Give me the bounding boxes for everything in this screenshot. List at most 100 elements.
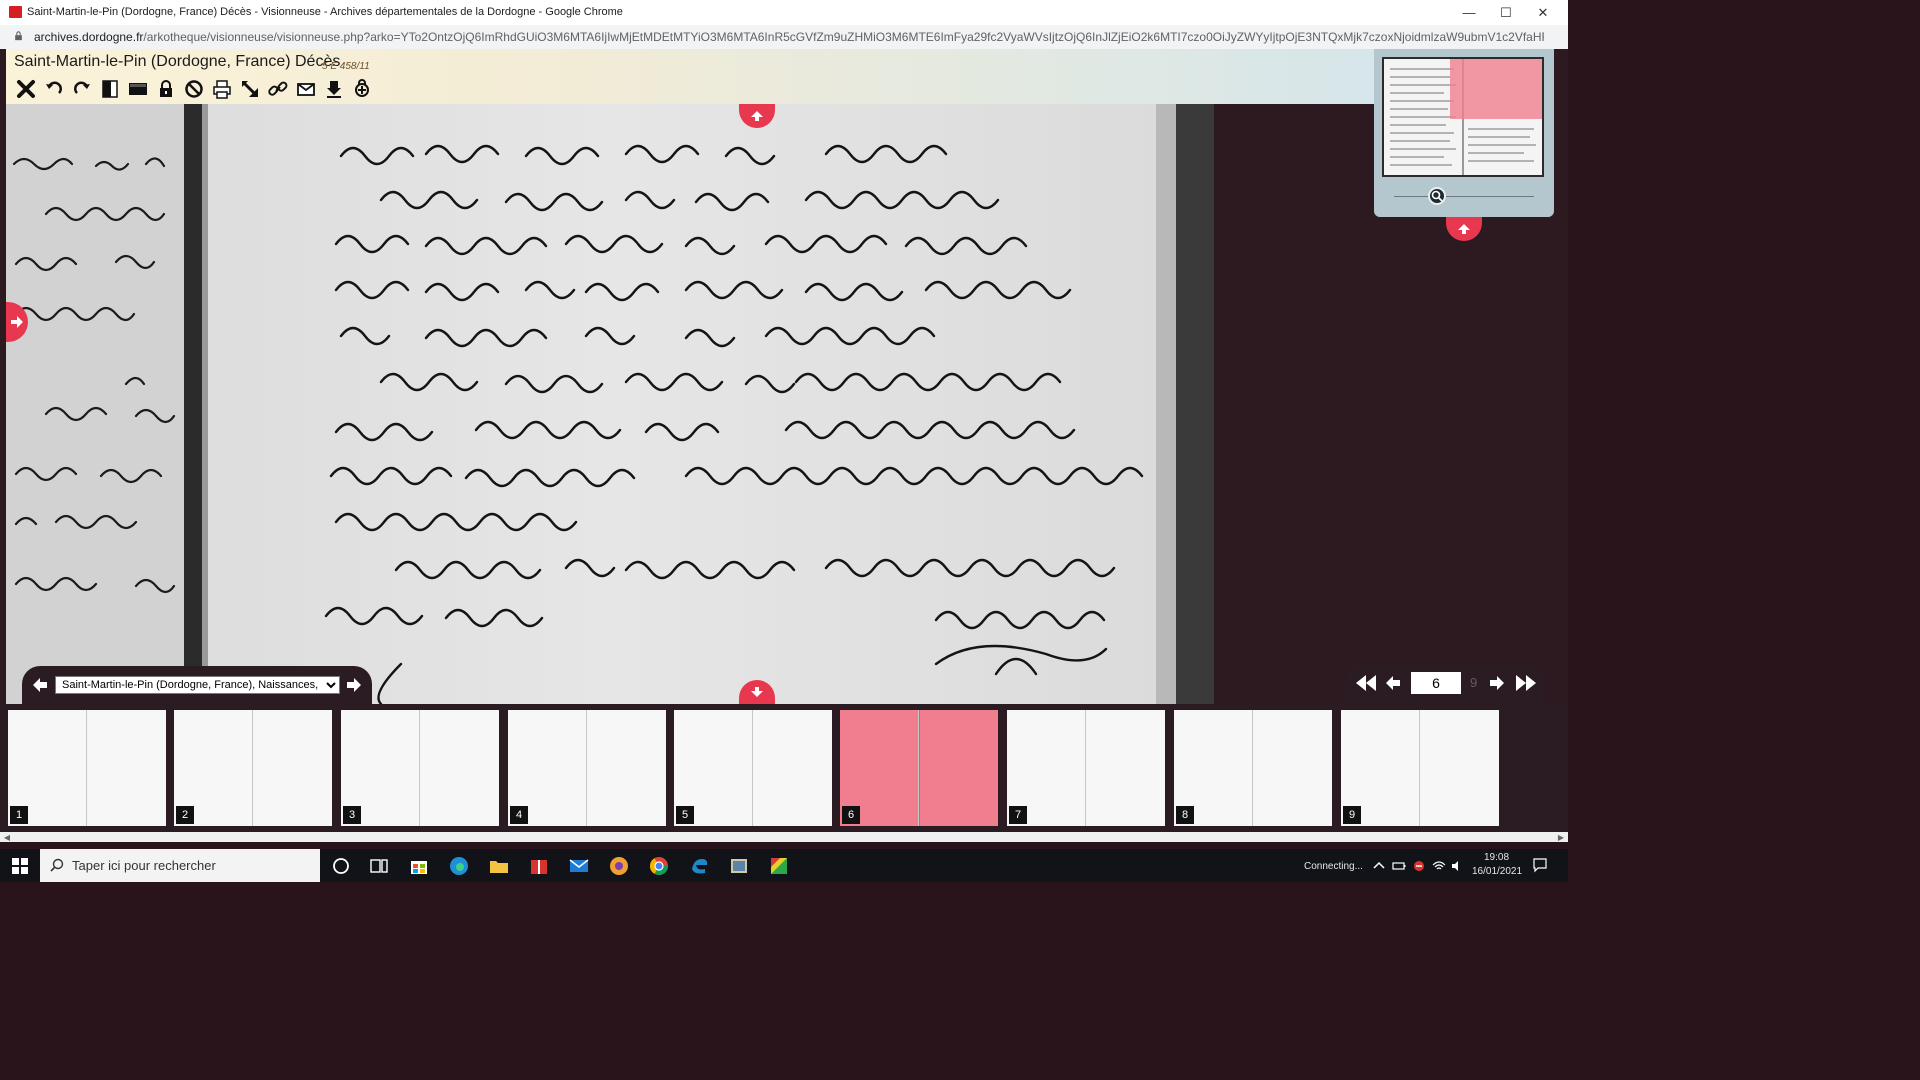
app-icon[interactable] <box>608 855 630 877</box>
lock-print-icon <box>355 79 369 97</box>
minimap-page-image <box>1384 59 1542 175</box>
edge-icon[interactable] <box>448 855 470 877</box>
thumbnail-number: 8 <box>1176 806 1194 824</box>
file-explorer-icon[interactable] <box>488 855 510 877</box>
zoom-icon <box>1431 190 1443 202</box>
search-placeholder: Taper ici pour rechercher <box>72 858 216 873</box>
notification-icon[interactable] <box>1532 857 1548 873</box>
first-page-button[interactable] <box>1354 673 1378 693</box>
thumbnail-right-page <box>254 710 332 826</box>
start-button[interactable] <box>0 849 40 882</box>
page-thumbnail[interactable]: 8 <box>1174 710 1332 826</box>
thumbnail-right-page <box>1254 710 1332 826</box>
secure-print-button[interactable] <box>350 77 374 101</box>
page-thumbnail[interactable]: 3 <box>341 710 499 826</box>
address-bar[interactable]: archives.dordogne.fr/arkotheque/visionne… <box>0 25 1568 49</box>
thumbnail-number: 4 <box>510 806 528 824</box>
contrast-button[interactable] <box>98 77 122 101</box>
download-button[interactable] <box>322 77 346 101</box>
lock-icon <box>160 80 172 97</box>
color-app-icon[interactable] <box>768 855 790 877</box>
next-document-button[interactable] <box>345 676 363 694</box>
url-text[interactable]: archives.dordogne.fr/arkotheque/visionne… <box>34 30 1544 44</box>
store-icon[interactable] <box>408 855 430 877</box>
page-number-input[interactable] <box>1411 672 1461 694</box>
thumbnail-number: 3 <box>343 806 361 824</box>
clock-date[interactable]: 16/01/2021 <box>1472 866 1522 899</box>
minimap-thumbnail[interactable] <box>1382 57 1544 177</box>
arrow-up-icon <box>1458 224 1470 234</box>
thumbnail-strip: 1 2 3 4 5 6 7 8 9 <box>0 704 1568 832</box>
zoom-slider-track[interactable] <box>1394 196 1534 197</box>
thumbnail-number: 6 <box>842 806 860 824</box>
page-thumbnail[interactable]: 4 <box>508 710 666 826</box>
minimap-collapse-button[interactable] <box>1446 217 1482 241</box>
thumbnail-number: 5 <box>676 806 694 824</box>
forbidden-icon <box>185 80 203 98</box>
fit-button[interactable] <box>238 77 262 101</box>
lock-button[interactable] <box>154 77 178 101</box>
last-page-button[interactable] <box>1514 673 1538 693</box>
chevron-up-icon[interactable] <box>1372 859 1386 873</box>
security-icon[interactable] <box>1412 859 1426 873</box>
taskbar-search-box[interactable]: Taper ici pour rechercher <box>40 849 320 882</box>
thumbnail-right-page <box>421 710 499 826</box>
reset-button[interactable] <box>182 77 206 101</box>
wifi-icon[interactable] <box>1432 859 1446 873</box>
invert-icon <box>129 83 147 95</box>
mail-app-icon[interactable] <box>568 855 590 877</box>
minimap-viewport[interactable] <box>1450 59 1542 119</box>
thumbnail-right-page <box>1421 710 1499 826</box>
thumbnail-right-page <box>88 710 166 826</box>
rotate-left-icon <box>46 81 62 94</box>
document-title: Saint-Martin-le-Pin (Dordogne, France) D… <box>14 53 341 70</box>
url-host: archives.dordogne.fr <box>34 30 144 44</box>
invert-button[interactable] <box>126 77 150 101</box>
task-view-icon[interactable] <box>368 855 390 877</box>
rotate-right-button[interactable] <box>70 77 94 101</box>
link-icon <box>268 81 288 96</box>
thumbnail-number: 7 <box>1009 806 1027 824</box>
battery-icon[interactable] <box>1392 859 1406 873</box>
email-button[interactable] <box>294 77 318 101</box>
page-thumbnail[interactable]: 9 <box>1341 710 1499 826</box>
zoom-slider-handle[interactable] <box>1428 187 1446 205</box>
site-favicon-icon <box>9 6 22 18</box>
scroll-left-arrow-icon[interactable]: ◀ <box>0 832 14 842</box>
gift-app-icon[interactable] <box>528 855 550 877</box>
photo-app-icon[interactable] <box>728 855 750 877</box>
chrome-icon[interactable] <box>648 855 670 877</box>
rotate-left-button[interactable] <box>42 77 66 101</box>
page-thumbnail[interactable]: 2 <box>174 710 332 826</box>
scroll-right-arrow-icon[interactable]: ▶ <box>1554 832 1568 842</box>
close-icon <box>17 80 35 98</box>
edge-legacy-icon[interactable] <box>688 855 710 877</box>
minimize-button[interactable]: — <box>1450 0 1488 25</box>
cortana-icon[interactable] <box>330 855 352 877</box>
document-select[interactable]: Saint-Martin-le-Pin (Dordogne, France), … <box>55 676 340 694</box>
document-navigator: Saint-Martin-le-Pin (Dordogne, France), … <box>22 666 372 704</box>
maximize-button[interactable]: ☐ <box>1487 0 1525 25</box>
page-thumbnail[interactable]: 5 <box>674 710 832 826</box>
volume-icon[interactable] <box>1450 859 1464 873</box>
url-path: /arkotheque/visionneuse/visionneuse.php?… <box>143 30 1544 44</box>
previous-page-button[interactable] <box>1384 673 1402 693</box>
next-page-button[interactable] <box>1488 673 1506 693</box>
close-viewer-button[interactable] <box>14 77 38 101</box>
close-window-button[interactable]: ✕ <box>1524 0 1562 25</box>
page-thumbnail-active[interactable]: 6 <box>840 710 998 826</box>
windows-logo-icon <box>12 857 28 874</box>
permalink-button[interactable] <box>266 77 290 101</box>
archive-viewer: Saint-Martin-le-Pin (Dordogne, France) D… <box>0 49 1568 842</box>
page-navigator: 9 <box>1346 663 1546 704</box>
print-button[interactable] <box>210 77 234 101</box>
horizontal-scrollbar[interactable]: ◀ ▶ <box>0 832 1568 842</box>
arrow-down-icon <box>751 687 763 697</box>
thumbnail-number: 2 <box>176 806 194 824</box>
rotate-right-icon <box>74 81 90 94</box>
browser-titlebar: Saint-Martin-le-Pin (Dordogne, France) D… <box>0 0 1568 26</box>
previous-document-button[interactable] <box>31 676 49 694</box>
page-thumbnail[interactable]: 7 <box>1007 710 1165 826</box>
scanned-register-page[interactable] <box>6 104 1214 704</box>
page-thumbnail[interactable]: 1 <box>8 710 166 826</box>
